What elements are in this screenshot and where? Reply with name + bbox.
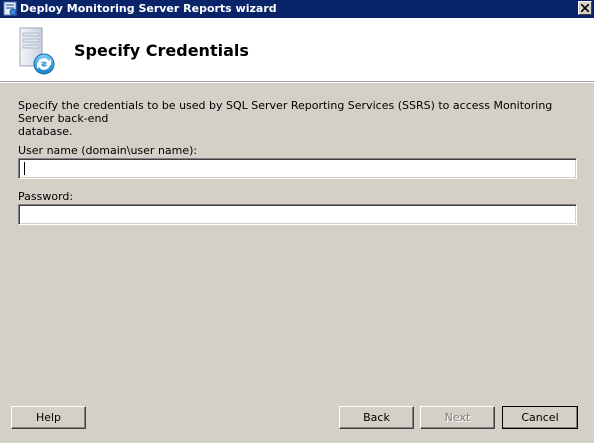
password-label: Password: xyxy=(18,190,74,203)
username-input[interactable] xyxy=(18,158,577,179)
text-caret xyxy=(24,162,25,175)
close-icon xyxy=(581,4,589,12)
header-divider xyxy=(0,82,594,83)
help-button[interactable]: Help xyxy=(11,406,86,429)
page-title: Specify Credentials xyxy=(74,41,249,60)
back-button[interactable]: Back xyxy=(339,406,414,429)
credentials-description: Specify the credentials to be used by SQ… xyxy=(18,99,553,138)
server-refresh-icon xyxy=(14,26,62,76)
window-title: Deploy Monitoring Server Reports wizard xyxy=(20,2,277,15)
username-label: User name (domain\user name): xyxy=(18,144,198,157)
window-titlebar[interactable]: Deploy Monitoring Server Reports wizard xyxy=(0,0,594,18)
next-button[interactable]: Next xyxy=(420,406,495,429)
password-input[interactable] xyxy=(18,204,577,225)
cancel-button[interactable]: Cancel xyxy=(502,406,578,429)
close-button[interactable] xyxy=(578,1,592,15)
wizard-header: Specify Credentials xyxy=(0,18,594,82)
wizard-app-icon xyxy=(3,1,18,16)
